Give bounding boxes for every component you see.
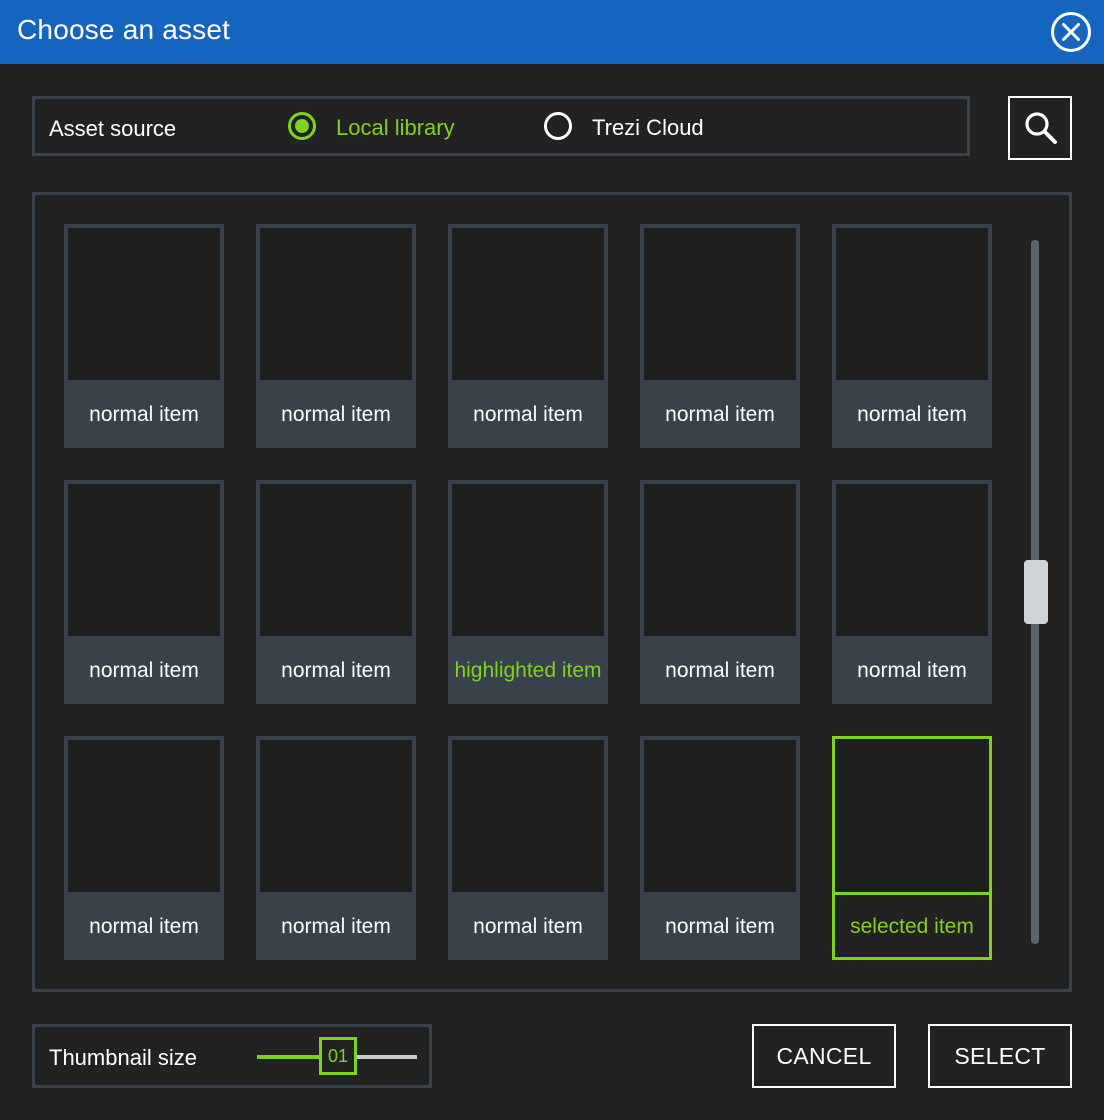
asset-thumbnail	[68, 740, 220, 892]
asset-card[interactable]: normal item	[256, 224, 416, 448]
slider-track-empty[interactable]	[355, 1055, 417, 1059]
asset-card-label: normal item	[665, 914, 775, 938]
close-circle-icon	[1051, 12, 1091, 52]
asset-card-label: normal item	[665, 402, 775, 426]
asset-thumbnail	[452, 740, 604, 892]
asset-card-label: normal item	[281, 402, 391, 426]
asset-card[interactable]: normal item	[832, 224, 992, 448]
thumbnail-size-panel: Thumbnail size 01	[32, 1024, 432, 1088]
scrollbar-thumb[interactable]	[1024, 560, 1048, 624]
asset-card[interactable]: normal item	[448, 736, 608, 960]
asset-card[interactable]: normal item	[64, 224, 224, 448]
dialog-titlebar: Choose an asset	[0, 0, 1104, 64]
radio-label-trezi-cloud: Trezi Cloud	[592, 115, 704, 140]
asset-thumbnail	[68, 228, 220, 380]
asset-card-label: normal item	[665, 658, 775, 682]
asset-thumbnail	[644, 228, 796, 380]
asset-thumbnail	[260, 228, 412, 380]
asset-card[interactable]: normal item	[256, 480, 416, 704]
asset-thumbnail	[644, 740, 796, 892]
radio-label-local-library: Local library	[336, 115, 455, 140]
asset-card[interactable]: normal item	[640, 480, 800, 704]
select-button[interactable]: SELECT	[928, 1024, 1072, 1088]
asset-card[interactable]: normal item	[640, 736, 800, 960]
asset-thumbnail	[835, 739, 989, 895]
asset-card-label: normal item	[281, 658, 391, 682]
asset-thumbnail	[452, 228, 604, 380]
search-icon	[1025, 112, 1057, 144]
asset-card[interactable]: normal item	[64, 480, 224, 704]
radio-checked-icon	[288, 112, 316, 140]
asset-card[interactable]: normal item	[448, 224, 608, 448]
dialog-title: Choose an asset	[17, 14, 231, 45]
asset-thumbnail	[260, 484, 412, 636]
thumbnail-size-slider-handle[interactable]: 01	[319, 1037, 357, 1075]
asset-card[interactable]: highlighted item	[448, 480, 608, 704]
asset-card-label: normal item	[473, 402, 583, 426]
close-button[interactable]	[1050, 11, 1092, 53]
radio-unchecked-icon	[544, 112, 572, 140]
asset-card-label: normal item	[89, 914, 199, 938]
asset-card-label: highlighted item	[454, 658, 602, 682]
thumbnail-size-label: Thumbnail size	[49, 1045, 197, 1070]
slider-track-filled[interactable]	[257, 1055, 321, 1059]
asset-thumbnail	[260, 740, 412, 892]
asset-thumbnail	[452, 484, 604, 636]
asset-card[interactable]: normal item	[640, 224, 800, 448]
asset-card-label: normal item	[857, 402, 967, 426]
asset-source-label: Asset source	[49, 116, 177, 141]
asset-card-label: normal item	[857, 658, 967, 682]
asset-thumbnail	[836, 228, 988, 380]
asset-card[interactable]: normal item	[832, 480, 992, 704]
asset-source-panel: Asset source Local library Trezi Cloud	[32, 96, 970, 156]
asset-card-label: normal item	[281, 914, 391, 938]
search-button[interactable]	[1008, 96, 1072, 160]
asset-card[interactable]: normal item	[64, 736, 224, 960]
cancel-button[interactable]: CANCEL	[752, 1024, 896, 1088]
asset-thumbnail	[68, 484, 220, 636]
asset-card-label: selected item	[850, 914, 974, 938]
asset-card-label: normal item	[473, 914, 583, 938]
asset-thumbnail	[836, 484, 988, 636]
asset-card[interactable]: selected item	[832, 736, 992, 960]
asset-thumbnail	[644, 484, 796, 636]
asset-card[interactable]: normal item	[256, 736, 416, 960]
asset-card-label: normal item	[89, 658, 199, 682]
asset-card-label: normal item	[89, 402, 199, 426]
